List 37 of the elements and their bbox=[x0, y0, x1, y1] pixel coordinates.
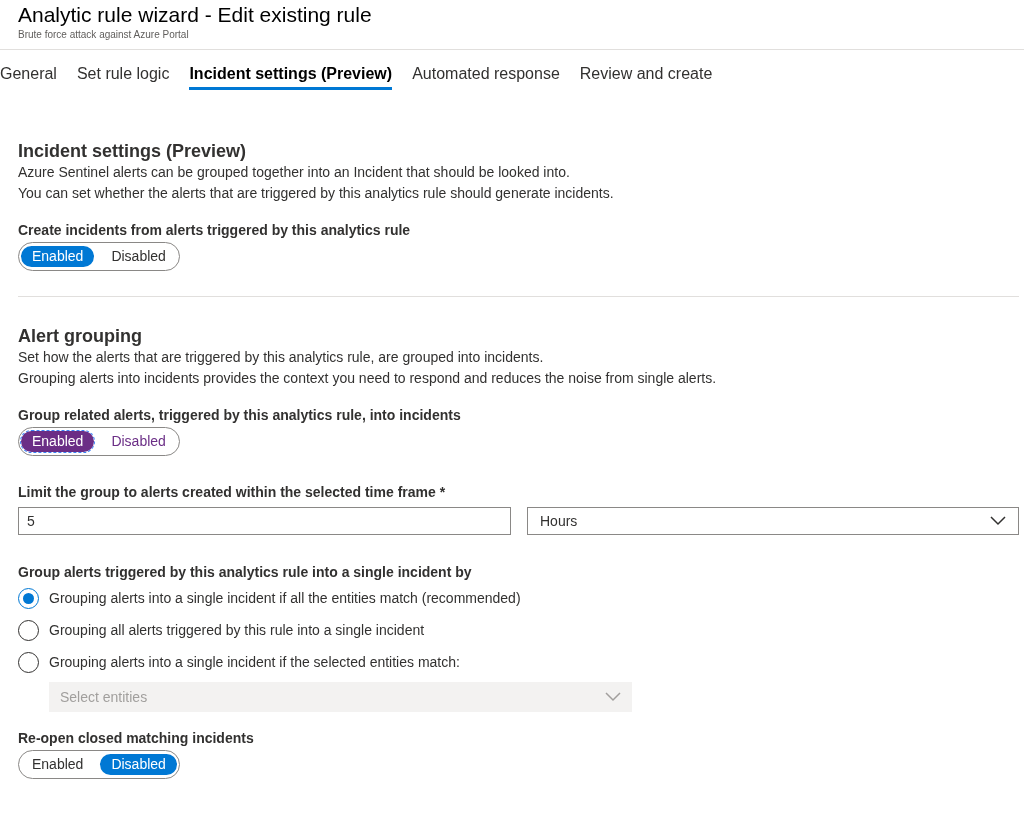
dropdown-value: Hours bbox=[540, 511, 578, 531]
toggle-option[interactable]: Disabled bbox=[100, 246, 177, 267]
toggle-option[interactable]: Disabled bbox=[100, 431, 177, 452]
toggle-option[interactable]: Enabled bbox=[21, 431, 95, 452]
radio-label: Grouping all alerts triggered by this rule into a single incident bbox=[49, 620, 425, 640]
field-label: Create incidents from alerts triggered by this analytics rule bbox=[18, 221, 412, 239]
section-description: You can set whether the alerts that are triggered by this analytics rule should generate incidents. bbox=[18, 184, 615, 203]
toggle-option[interactable]: Disabled bbox=[100, 754, 177, 775]
chevron-down-icon bbox=[605, 692, 621, 702]
wizard-tab[interactable]: General bbox=[0, 50, 57, 90]
field-label: Re-open closed matching incidents bbox=[18, 729, 255, 747]
section-title: Incident settings (Preview) bbox=[18, 140, 248, 162]
unit-dropdown[interactable]: Hours bbox=[527, 507, 1019, 535]
radio-option[interactable]: Grouping all alerts triggered by this rule into a single incident bbox=[18, 619, 1019, 641]
radio-option[interactable]: Grouping alerts into a single incident if the selected entities match: bbox=[18, 651, 1019, 673]
page-title: Analytic rule wizard - Edit existing rule bbox=[18, 2, 373, 28]
wizard-tab[interactable]: Incident settings (Preview) bbox=[189, 50, 393, 90]
dropdown-placeholder: Select entities bbox=[60, 687, 148, 707]
section-description: Azure Sentinel alerts can be grouped together into an Incident that should be looked into. bbox=[18, 163, 571, 182]
page-subtitle: Brute force attack against Azure Portal bbox=[18, 28, 190, 42]
wizard-tab[interactable]: Automated response bbox=[412, 50, 560, 90]
field-label: Limit the group to alerts created within the selected time frame bbox=[18, 483, 436, 501]
toggle-option[interactable]: Enabled bbox=[21, 246, 95, 267]
field-label: Group related alerts, triggered by this analytics rule, into incidents bbox=[18, 406, 462, 424]
time-value-field[interactable]: 5 bbox=[18, 507, 511, 535]
field-label: Group alerts triggered by this analytics rule into a single incident by bbox=[18, 563, 473, 581]
radio-label: Grouping alerts into a single incident if the selected entities match: bbox=[49, 652, 460, 672]
wizard-tab[interactable]: Set rule logic bbox=[76, 50, 170, 90]
wizard-tab[interactable]: Review and create bbox=[579, 50, 713, 90]
radio-label: Grouping alerts into a single incident if all the entities match (recommended) bbox=[49, 588, 521, 608]
chevron-down-icon bbox=[990, 516, 1006, 526]
toggle-option[interactable]: Enabled bbox=[21, 754, 95, 775]
section-description: Set how the alerts that are triggered by this analytics rule, are grouped into incidents. bbox=[18, 348, 545, 367]
radio-option[interactable]: Grouping alerts into a single incident if all the entities match (recommended) bbox=[18, 587, 1019, 609]
section-description: Grouping alerts into incidents provides the context you need to respond and reduces the noise from single alerts. bbox=[18, 369, 718, 388]
section-title: Alert grouping bbox=[18, 325, 143, 347]
required-mark: * bbox=[439, 483, 446, 501]
